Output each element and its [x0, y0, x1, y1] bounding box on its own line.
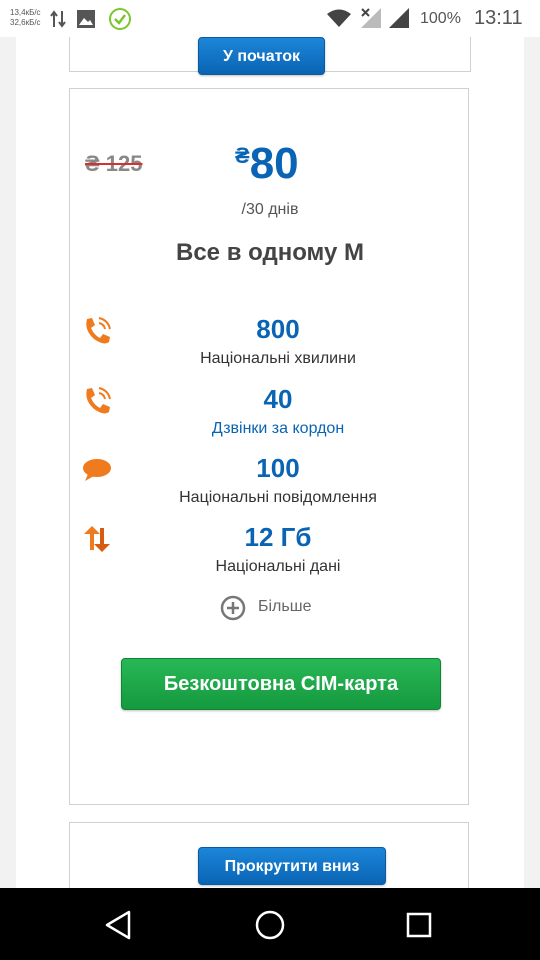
battery-level: 100%	[420, 10, 461, 27]
back-icon[interactable]	[102, 908, 136, 942]
feature-value: 40	[263, 384, 293, 414]
price-period: /30 днів	[241, 201, 299, 218]
plus-circle-icon	[220, 595, 246, 621]
network-speed: 13,4кБ/с 32,6кБ/с	[10, 8, 41, 28]
price: ₴80	[235, 139, 299, 189]
more-label: Більше	[258, 598, 312, 615]
feature-label: Національні хвилини	[200, 350, 356, 367]
free-sim-button[interactable]: Безкоштовна СІМ-карта	[121, 658, 441, 710]
feature-national-messages: 100 Національні повідомлення	[70, 453, 470, 513]
feature-international-calls: 40 Дзвінки за кордон	[70, 384, 470, 444]
price-amount: 80	[249, 139, 299, 188]
net-speed-up: 13,4кБ/с	[10, 8, 41, 17]
feature-label: Національні дані	[215, 558, 341, 575]
status-bar: 13,4кБ/с 32,6кБ/с 100% 13:11	[0, 0, 540, 37]
image-icon	[77, 10, 95, 28]
feature-national-minutes: 800 Національні хвилини	[70, 314, 470, 374]
recents-icon[interactable]	[402, 908, 436, 942]
transfer-arrows-icon	[50, 10, 66, 28]
scroll-to-top-button[interactable]: У початок	[198, 37, 325, 75]
currency-symbol: ₴	[235, 143, 250, 168]
feature-label: Національні повідомлення	[179, 489, 377, 506]
clock: 13:11	[474, 7, 523, 29]
page-content[interactable]: У початок ₴ 125 ₴80 /30 днів Все в одном…	[16, 37, 524, 888]
signal-icon	[389, 8, 409, 28]
home-icon[interactable]	[253, 908, 287, 942]
plan-title: Все в одному М	[176, 239, 364, 266]
feature-value: 800	[256, 314, 300, 344]
net-speed-down: 32,6кБ/с	[10, 18, 41, 27]
international-calls-link[interactable]: Дзвінки за кордон	[70, 420, 486, 438]
feature-value: 100	[256, 453, 300, 483]
check-circle-icon	[109, 8, 131, 30]
plan-card: ₴ 125 ₴80 /30 днів Все в одному М 800 На…	[69, 88, 469, 805]
next-card: Прокрутити вниз	[69, 822, 469, 888]
wifi-icon	[327, 9, 351, 27]
scroll-down-button[interactable]: Прокрутити вниз	[198, 847, 386, 885]
feature-national-data: 12 Гб Національні дані	[70, 522, 470, 582]
feature-value: 12 Гб	[244, 522, 312, 552]
navigation-bar	[0, 888, 540, 960]
no-signal-icon	[361, 8, 381, 28]
old-price: ₴ 125	[85, 151, 143, 176]
